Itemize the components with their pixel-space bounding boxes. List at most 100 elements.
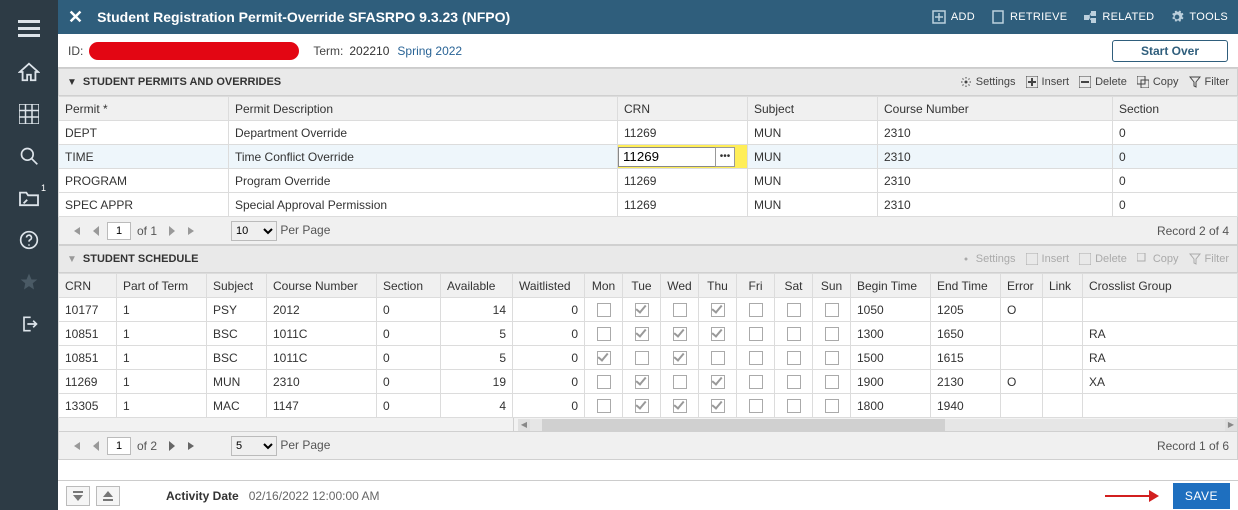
col-error[interactable]: Error <box>1001 274 1043 298</box>
folder-icon[interactable]: 1 <box>0 177 58 219</box>
course-cell[interactable]: 2310 <box>878 169 1113 193</box>
permit-cell[interactable]: DEPT <box>59 121 229 145</box>
lookup-icon[interactable]: ••• <box>715 147 735 167</box>
subject-cell[interactable]: MUN <box>748 193 878 217</box>
col-avail[interactable]: Available <box>441 274 513 298</box>
menu-icon[interactable] <box>0 8 58 50</box>
first-page-icon[interactable] <box>67 437 85 455</box>
collapse-icon[interactable]: ▼ <box>67 77 77 88</box>
course-cell: 1147 <box>267 394 377 418</box>
course-cell[interactable]: 2310 <box>878 121 1113 145</box>
crn-cell[interactable]: 11269 <box>618 193 748 217</box>
last-page-icon[interactable] <box>183 437 201 455</box>
col-sun[interactable]: Sun <box>813 274 851 298</box>
section-cell[interactable]: 0 <box>1113 121 1238 145</box>
col-crosslist[interactable]: Crosslist Group <box>1083 274 1238 298</box>
section-cell[interactable]: 0 <box>1113 193 1238 217</box>
table-row[interactable]: PROGRAMProgram Override11269MUN23100 <box>59 169 1238 193</box>
scroll-right-icon[interactable]: ▶ <box>1225 419 1237 431</box>
col-thu[interactable]: Thu <box>699 274 737 298</box>
perpage-select[interactable]: 10 <box>231 221 277 241</box>
col-course[interactable]: Course Number <box>267 274 377 298</box>
tools-button[interactable]: TOOLS <box>1170 10 1228 24</box>
col-end[interactable]: End Time <box>931 274 1001 298</box>
section-cell[interactable]: 0 <box>1113 145 1238 169</box>
delete-button[interactable]: Delete <box>1079 76 1127 88</box>
next-page-icon[interactable] <box>163 222 181 240</box>
term-description[interactable]: Spring 2022 <box>397 44 462 58</box>
crn-cell[interactable]: 11269 <box>618 169 748 193</box>
col-permit[interactable]: Permit * <box>59 97 229 121</box>
table-row[interactable]: 133051MAC114704018001940 <box>59 394 1238 418</box>
grid-icon[interactable] <box>0 93 58 135</box>
subject-cell[interactable]: MUN <box>748 121 878 145</box>
table-row[interactable]: 108511BSC1011C05015001615RA <box>59 346 1238 370</box>
col-course[interactable]: Course Number <box>878 97 1113 121</box>
col-link[interactable]: Link <box>1043 274 1083 298</box>
prev-page-icon[interactable] <box>87 222 105 240</box>
retrieve-button[interactable]: RETRIEVE <box>991 10 1067 24</box>
col-subject[interactable]: Subject <box>207 274 267 298</box>
perpage-select[interactable]: 5 <box>231 436 277 456</box>
crosslist-cell: XA <box>1083 370 1238 394</box>
col-subject[interactable]: Subject <box>748 97 878 121</box>
page-input[interactable] <box>107 437 131 455</box>
help-icon[interactable] <box>0 219 58 261</box>
prev-block-icon[interactable] <box>66 486 90 506</box>
search-icon[interactable] <box>0 135 58 177</box>
crn-cell[interactable]: ••• <box>618 145 748 169</box>
last-page-icon[interactable] <box>183 222 201 240</box>
col-wait[interactable]: Waitlisted <box>513 274 585 298</box>
home-icon[interactable] <box>0 51 58 93</box>
col-section[interactable]: Section <box>1113 97 1238 121</box>
permit-cell[interactable]: SPEC APPR <box>59 193 229 217</box>
crn-input[interactable] <box>618 147 716 167</box>
permit-cell[interactable]: PROGRAM <box>59 169 229 193</box>
subject-cell[interactable]: MUN <box>748 145 878 169</box>
col-section[interactable]: Section <box>377 274 441 298</box>
col-begin[interactable]: Begin Time <box>851 274 931 298</box>
col-desc[interactable]: Permit Description <box>229 97 618 121</box>
table-row[interactable]: TIMETime Conflict Override•••MUN23100 <box>59 145 1238 169</box>
col-crn[interactable]: CRN <box>618 97 748 121</box>
next-page-icon[interactable] <box>163 437 181 455</box>
section-cell[interactable]: 0 <box>1113 169 1238 193</box>
insert-button[interactable]: Insert <box>1026 76 1070 88</box>
table-row[interactable]: 108511BSC1011C05013001650RA <box>59 322 1238 346</box>
col-wed[interactable]: Wed <box>661 274 699 298</box>
subject-cell[interactable]: MUN <box>748 169 878 193</box>
table-row[interactable]: DEPTDepartment Override11269MUN23100 <box>59 121 1238 145</box>
filter-button[interactable]: Filter <box>1189 76 1229 88</box>
table-row[interactable]: SPEC APPRSpecial Approval Permission1126… <box>59 193 1238 217</box>
settings-button[interactable]: Settings <box>960 76 1016 88</box>
related-button[interactable]: RELATED <box>1083 10 1154 24</box>
scroll-thumb[interactable] <box>542 419 945 431</box>
col-fri[interactable]: Fri <box>737 274 775 298</box>
permit-cell[interactable]: TIME <box>59 145 229 169</box>
col-pot[interactable]: Part of Term <box>117 274 207 298</box>
save-button[interactable]: SAVE <box>1173 483 1230 509</box>
copy-button[interactable]: Copy <box>1137 76 1179 88</box>
table-row[interactable]: 112691MUN2310019019002130OXA <box>59 370 1238 394</box>
star-icon[interactable] <box>0 261 58 303</box>
col-crn[interactable]: CRN <box>59 274 117 298</box>
pot-cell: 1 <box>117 322 207 346</box>
col-sat[interactable]: Sat <box>775 274 813 298</box>
table-row[interactable]: 101771PSY2012014010501205O <box>59 298 1238 322</box>
col-tue[interactable]: Tue <box>623 274 661 298</box>
col-mon[interactable]: Mon <box>585 274 623 298</box>
scroll-left-icon[interactable]: ◀ <box>518 419 530 431</box>
scroll-track[interactable] <box>530 419 1225 431</box>
next-block-icon[interactable] <box>96 486 120 506</box>
course-cell[interactable]: 2310 <box>878 193 1113 217</box>
prev-page-icon[interactable] <box>87 437 105 455</box>
page-input[interactable] <box>107 222 131 240</box>
course-cell[interactable]: 2310 <box>878 145 1113 169</box>
add-button[interactable]: ADD <box>932 10 975 24</box>
first-page-icon[interactable] <box>67 222 85 240</box>
collapse-icon[interactable]: ▼ <box>67 254 77 265</box>
signout-icon[interactable] <box>0 303 58 345</box>
start-over-button[interactable]: Start Over <box>1112 40 1228 62</box>
crn-cell[interactable]: 11269 <box>618 121 748 145</box>
close-icon[interactable]: ✕ <box>68 7 83 28</box>
